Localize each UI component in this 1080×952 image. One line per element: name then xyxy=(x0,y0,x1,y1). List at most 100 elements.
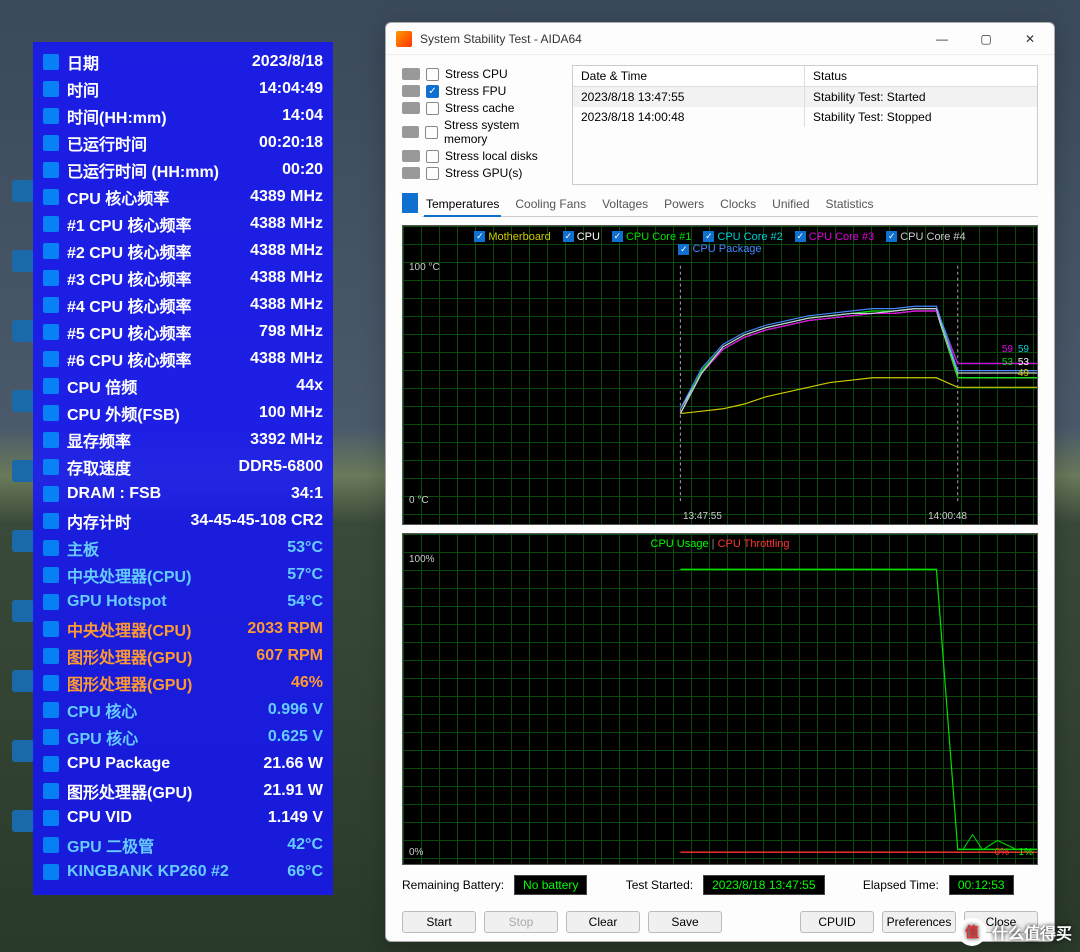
checkbox[interactable] xyxy=(426,68,439,81)
sensor-icon xyxy=(43,54,59,70)
osd-label: 已运行时间 xyxy=(67,131,259,155)
osd-row: #2 CPU 核心频率 4388 MHz xyxy=(43,237,323,264)
temp-y-top: 100 °C xyxy=(409,262,440,273)
desktop-icon[interactable] xyxy=(12,180,34,202)
osd-value: 4389 MHz xyxy=(250,188,323,206)
legend-checkbox[interactable]: ✓ xyxy=(563,231,574,242)
legend-checkbox[interactable]: ✓ xyxy=(474,231,485,242)
titlebar[interactable]: System Stability Test - AIDA64 ― ▢ ✕ xyxy=(386,23,1054,55)
tab-powers[interactable]: Powers xyxy=(662,193,706,216)
log-head-status[interactable]: Status xyxy=(805,66,1037,86)
sensor-icon xyxy=(43,675,59,691)
osd-row: 时间 14:04:49 xyxy=(43,75,323,102)
sensor-icon xyxy=(43,783,59,799)
legend-checkbox[interactable]: ✓ xyxy=(795,231,806,242)
osd-panel: 日期 2023/8/18 时间 14:04:49 时间(HH:mm) 14:04… xyxy=(33,42,333,895)
osd-label: 时间 xyxy=(67,77,259,101)
tab-voltages[interactable]: Voltages xyxy=(600,193,650,216)
osd-value: 00:20:18 xyxy=(259,134,323,152)
desktop-icon[interactable] xyxy=(12,320,34,342)
log-row[interactable]: 2023/8/18 14:00:48 Stability Test: Stopp… xyxy=(573,107,1037,127)
osd-value: 2033 RPM xyxy=(247,620,323,638)
stress-option[interactable]: Stress cache xyxy=(402,101,562,115)
osd-label: CPU 核心频率 xyxy=(67,185,250,209)
legend-label: CPU Core #4 xyxy=(900,231,965,243)
legend-item[interactable]: ✓ Motherboard xyxy=(474,231,550,243)
preferences-button[interactable]: Preferences xyxy=(882,911,956,933)
usage-y-bot: 0% xyxy=(409,847,423,858)
sensor-icon xyxy=(43,108,59,124)
legend-checkbox[interactable]: ✓ xyxy=(886,231,897,242)
desktop-icon[interactable] xyxy=(12,740,34,762)
temp-readout: 49 xyxy=(1018,368,1029,379)
stress-options: Stress CPU ✓ Stress FPU Stress cache Str… xyxy=(402,65,562,185)
legend-checkbox[interactable]: ✓ xyxy=(678,244,689,255)
checkbox[interactable] xyxy=(426,150,439,163)
checkbox[interactable] xyxy=(426,167,439,180)
temp-y-bot: 0 °C xyxy=(409,495,429,506)
tab-statistics[interactable]: Statistics xyxy=(824,193,876,216)
sensor-icon xyxy=(43,216,59,232)
osd-label: #1 CPU 核心频率 xyxy=(67,212,250,236)
sensor-icon xyxy=(43,351,59,367)
osd-label: 图形处理器(GPU) xyxy=(67,779,263,803)
sensor-icon xyxy=(43,270,59,286)
desktop-icon[interactable] xyxy=(12,460,34,482)
osd-label: 已运行时间 (HH:mm) xyxy=(67,158,282,182)
elapsed-value: 00:12:53 xyxy=(949,875,1014,895)
sensor-icon xyxy=(43,81,59,97)
tab-temperatures[interactable]: Temperatures xyxy=(424,193,501,217)
sensor-icon xyxy=(43,162,59,178)
sensor-icon xyxy=(43,837,59,853)
desktop-icon[interactable] xyxy=(12,810,34,832)
hw-icon xyxy=(402,167,420,179)
desktop-icon[interactable] xyxy=(12,390,34,412)
legend-item[interactable]: ✓ CPU Package xyxy=(678,243,761,255)
maximize-button[interactable]: ▢ xyxy=(964,24,1008,54)
tab-unified[interactable]: Unified xyxy=(770,193,811,216)
osd-label: DRAM : FSB xyxy=(67,485,291,503)
minimize-button[interactable]: ― xyxy=(920,24,964,54)
osd-value: 66°C xyxy=(287,863,323,881)
hw-icon xyxy=(402,126,419,138)
stress-option[interactable]: Stress local disks xyxy=(402,149,562,163)
desktop-icon[interactable] xyxy=(12,600,34,622)
sensor-icon xyxy=(43,567,59,583)
legend-checkbox[interactable]: ✓ xyxy=(612,231,623,242)
checkbox[interactable]: ✓ xyxy=(426,85,439,98)
tab-clocks[interactable]: Clocks xyxy=(718,193,758,216)
stress-label: Stress system memory xyxy=(444,118,562,146)
osd-label: #6 CPU 核心频率 xyxy=(67,347,250,371)
legend-item[interactable]: ✓ CPU Core #3 xyxy=(795,231,874,243)
hw-icon xyxy=(402,85,420,97)
stress-option[interactable]: ✓ Stress FPU xyxy=(402,84,562,98)
desktop-icon[interactable] xyxy=(12,530,34,552)
tab-indicator xyxy=(402,193,418,213)
close-button[interactable]: ✕ xyxy=(1008,24,1052,54)
desktop-icon[interactable] xyxy=(12,250,34,272)
temp-readout: 59 xyxy=(1018,344,1029,355)
legend-item[interactable]: ✓ CPU Core #1 xyxy=(612,231,691,243)
save-button[interactable]: Save xyxy=(648,911,722,933)
stress-option[interactable]: Stress CPU xyxy=(402,67,562,81)
legend-checkbox[interactable]: ✓ xyxy=(703,231,714,242)
checkbox[interactable] xyxy=(425,126,438,139)
osd-value: 4388 MHz xyxy=(250,215,323,233)
legend-item[interactable]: ✓ CPU Core #4 xyxy=(886,231,965,243)
stress-option[interactable]: Stress system memory xyxy=(402,118,562,146)
log-row[interactable]: 2023/8/18 13:47:55 Stability Test: Start… xyxy=(573,87,1037,107)
osd-row: CPU 核心频率 4389 MHz xyxy=(43,183,323,210)
stress-option[interactable]: Stress GPU(s) xyxy=(402,166,562,180)
cpuid-button[interactable]: CPUID xyxy=(800,911,874,933)
sensor-icon xyxy=(43,864,59,880)
checkbox[interactable] xyxy=(426,102,439,115)
legend-item[interactable]: ✓ CPU Core #2 xyxy=(703,231,782,243)
start-button[interactable]: Start xyxy=(402,911,476,933)
legend-label: CPU xyxy=(577,231,600,243)
log-head-datetime[interactable]: Date & Time xyxy=(573,66,805,86)
desktop-icon[interactable] xyxy=(12,670,34,692)
osd-value: 54°C xyxy=(287,593,323,611)
clear-button[interactable]: Clear xyxy=(566,911,640,933)
tab-cooling-fans[interactable]: Cooling Fans xyxy=(513,193,588,216)
legend-item[interactable]: ✓ CPU xyxy=(563,231,600,243)
